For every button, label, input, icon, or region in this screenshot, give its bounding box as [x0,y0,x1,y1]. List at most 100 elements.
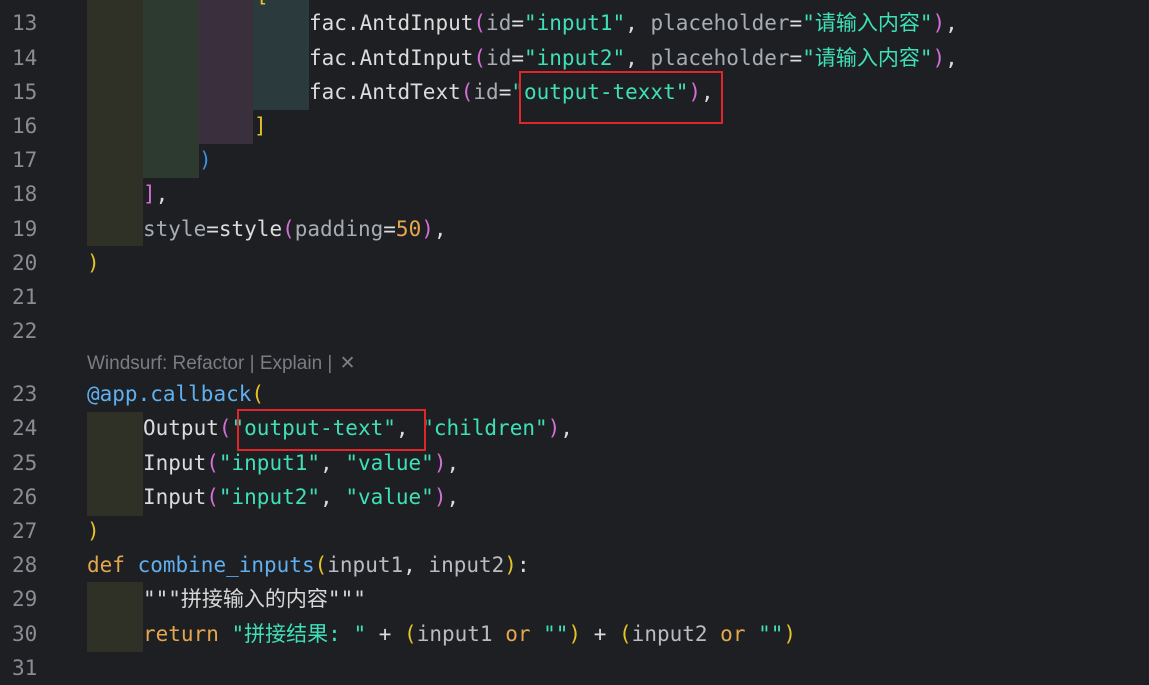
token: AntdText [359,80,461,104]
token: combine_inputs [137,553,315,577]
token: , [446,451,460,475]
code-line-18[interactable]: ], [143,177,168,211]
code-editor[interactable]: 13 14 15 16 17 18 19 20 21 22 23 24 25 2… [0,0,1149,680]
token: "input1" [524,11,626,35]
token: , [625,11,651,35]
token: . [346,11,360,35]
token: @app [87,382,138,406]
token: id [486,11,512,35]
token: ] [254,114,267,138]
token: , [945,11,958,35]
token: AntdInput [359,46,474,70]
token: "children" [421,416,548,440]
token: , [155,182,169,206]
token: . [346,80,360,104]
token: input1 [327,553,404,577]
code-line-20[interactable]: ) [87,246,100,280]
code-line-16[interactable]: ] [254,109,267,143]
token: = [511,46,524,70]
token: = [206,217,219,241]
token: = [511,11,524,35]
token: : [516,553,530,577]
highlight-box-output-texxt [519,71,723,124]
token: or [492,622,544,646]
token: AntdInput [359,11,474,35]
token: padding [294,217,384,241]
token: ) [547,416,561,440]
token: = [789,46,803,70]
token: ( [473,11,487,35]
token: placeholder [650,46,790,70]
token: Output [143,416,219,440]
token: ( [314,553,328,577]
token: ( [218,416,232,440]
code-line-13[interactable]: fac.AntdInput(id="input1", placeholder="… [309,6,958,40]
token: , [560,416,573,440]
token: , [625,46,651,70]
token: + [581,622,620,646]
code-line-30[interactable]: return "拼接结果: " + (input1 or "") + (inpu… [143,617,796,651]
code-line-23[interactable]: @app.callback( [87,377,264,411]
code-line-25[interactable]: Input("input1", "value"), [143,446,459,480]
token: ) [504,553,517,577]
code-line-29[interactable]: """拼接输入的内容""" [143,582,366,616]
token: ) [433,451,447,475]
code-line-fragment: [ [256,0,269,12]
token: ( [282,217,295,241]
token: ) [87,519,100,543]
token: style [143,217,207,241]
codelens-actions[interactable]: Windsurf: Refactor | Explain | ✕ [87,350,356,378]
highlight-box-output-text [237,409,426,451]
token: Input [143,451,207,475]
token: ( [460,80,474,104]
code-line-17[interactable]: ) [199,143,212,177]
token: , [320,451,346,475]
token: ) [783,622,797,646]
token: ) [433,485,447,509]
codelens-text[interactable]: Windsurf: Refactor | Explain | [87,353,338,374]
token: style [218,217,283,241]
token: "input2" [218,485,321,509]
token: , [945,46,958,70]
token: return [143,622,219,646]
code-line-27[interactable]: ) [87,514,100,548]
token: . [137,382,151,406]
token: "value" [345,451,434,475]
token: "input1" [218,451,321,475]
token: input1 [416,622,493,646]
code-line-28[interactable]: def combine_inputs(input1, input2): [87,548,530,582]
token: ) [421,217,434,241]
token: fac [309,46,347,70]
code-line-26[interactable]: Input("input2", "value"), [143,480,459,514]
token: . [346,46,360,70]
token: """拼接输入的内容""" [143,587,366,611]
token: ( [404,622,417,646]
token: input2 [428,553,505,577]
token: ( [473,46,487,70]
code-line-14[interactable]: fac.AntdInput(id="input2", placeholder="… [309,41,958,75]
token: callback [150,382,252,406]
token: , [446,485,460,509]
token: , [403,553,429,577]
token: ) [568,622,582,646]
token: or [707,622,759,646]
token: id [486,46,512,70]
token: ) [932,11,946,35]
token: ( [619,622,632,646]
code-line-19[interactable]: style=style(padding=50), [143,212,447,246]
token: "" [543,622,569,646]
close-icon[interactable]: ✕ [340,353,356,374]
code-area[interactable]: [ fac.AntdInput(id="input1", placeholder… [0,0,1149,669]
token: input2 [631,622,708,646]
token: 50 [395,217,422,241]
token: , [433,217,447,241]
token: ) [87,251,100,275]
token: def [87,553,125,577]
token: = [498,80,512,104]
token: ( [251,382,265,406]
token: "input2" [524,46,626,70]
token: = [789,11,803,35]
token: "" [758,622,784,646]
